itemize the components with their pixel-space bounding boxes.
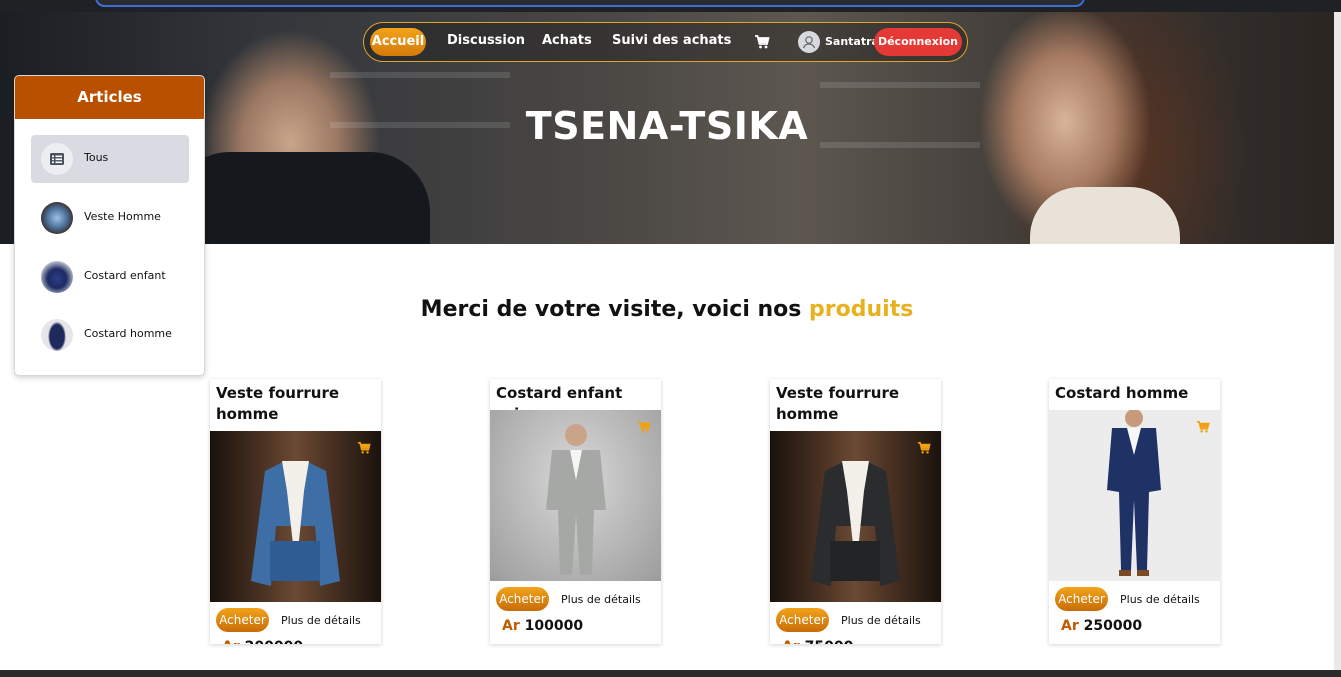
hero-shelf [820, 82, 980, 88]
sidebar-item-costard-enfant[interactable]: Costard enfant [31, 253, 189, 301]
product-card: Veste fourrure homme Acheter Plus de dét… [770, 379, 941, 644]
hero-shelf [330, 72, 510, 78]
browser-url-bar[interactable] [95, 0, 1085, 7]
page-viewport: TSENA-TSIKA Accueil Discussion Achats Su… [0, 12, 1334, 670]
main-nav: Accueil Discussion Achats Suivi des acha… [363, 22, 968, 62]
details-link[interactable]: Plus de détails [841, 614, 921, 627]
product-price: Ar 250000 [1061, 618, 1142, 634]
nav-accueil[interactable]: Accueil [370, 28, 426, 56]
price-value: 200000 [245, 639, 303, 644]
user-name: Santatra [825, 35, 879, 48]
browser-bottombar [0, 670, 1341, 677]
price-value: 75000 [805, 639, 854, 644]
add-to-cart-icon[interactable] [917, 441, 931, 455]
products-heading: Merci de votre visite, voici nos produit… [0, 297, 1334, 322]
product-price: Ar 75000 [782, 639, 853, 644]
heading-text: Merci de votre visite, voici nos [420, 297, 810, 322]
sidebar-item-tous[interactable]: Tous [31, 135, 189, 183]
sidebar-item-label: Costard enfant [84, 269, 166, 282]
product-title[interactable]: Costard homme [1055, 383, 1215, 404]
product-title[interactable]: Veste fourrure homme [776, 383, 936, 425]
details-link[interactable]: Plus de détails [561, 593, 641, 606]
cart-icon[interactable] [754, 34, 770, 50]
product-card: Costard homme Acheter Plus de détails Ar… [1049, 379, 1220, 644]
suit-thumbnail-icon [41, 319, 73, 351]
hero-man-suit [170, 152, 430, 244]
buy-button[interactable]: Acheter [496, 587, 549, 611]
add-to-cart-icon[interactable] [1196, 420, 1210, 434]
page-scrollbar[interactable] [1334, 12, 1341, 677]
nav-suivi-des-achats[interactable]: Suivi des achats [612, 33, 731, 48]
sidebar-item-label: Costard homme [84, 327, 172, 340]
sidebar-item-label: Tous [84, 151, 109, 164]
jacket-thumbnail-icon [41, 202, 73, 234]
sidebar-title: Articles [15, 76, 204, 119]
price-value: 250000 [1083, 618, 1143, 634]
hero-woman-shirt [1030, 187, 1180, 244]
product-title[interactable]: Veste fourrure homme [216, 383, 376, 425]
add-to-cart-icon[interactable] [357, 441, 371, 455]
sidebar-item-veste-homme[interactable]: Veste Homme [31, 194, 189, 242]
buy-button[interactable]: Acheter [1055, 587, 1108, 611]
buy-button[interactable]: Acheter [216, 608, 269, 632]
price-currency: Ar [222, 639, 240, 644]
product-card: Veste fourrure homme Acheter Plus de dét… [210, 379, 381, 644]
details-link[interactable]: Plus de détails [1120, 593, 1200, 606]
product-card: Costard enfant gris Acheter Plus de déta… [490, 379, 661, 644]
product-image[interactable] [210, 431, 381, 602]
product-image[interactable] [490, 410, 661, 581]
add-to-cart-icon[interactable] [637, 420, 651, 434]
heading-accent: produits [809, 297, 914, 322]
product-image[interactable] [1049, 410, 1220, 581]
nav-achats[interactable]: Achats [542, 33, 592, 48]
price-currency: Ar [782, 639, 800, 644]
product-price: Ar 200000 [222, 639, 303, 644]
list-icon [41, 143, 73, 175]
nav-discussion[interactable]: Discussion [447, 33, 525, 48]
browser-topbar [0, 0, 1341, 12]
sidebar-item-label: Veste Homme [84, 210, 161, 223]
articles-sidebar: Articles Tous Veste Homme Costard enfant [14, 75, 205, 376]
user-avatar-icon[interactable] [798, 31, 820, 53]
details-link[interactable]: Plus de détails [281, 614, 361, 627]
suit-thumbnail-icon [41, 261, 73, 293]
product-image[interactable] [770, 431, 941, 602]
buy-button[interactable]: Acheter [776, 608, 829, 632]
price-value: 100000 [524, 618, 584, 634]
price-currency: Ar [1061, 618, 1079, 634]
price-currency: Ar [502, 618, 520, 634]
product-price: Ar 100000 [502, 618, 583, 634]
logout-button[interactable]: Déconnexion [874, 28, 962, 56]
